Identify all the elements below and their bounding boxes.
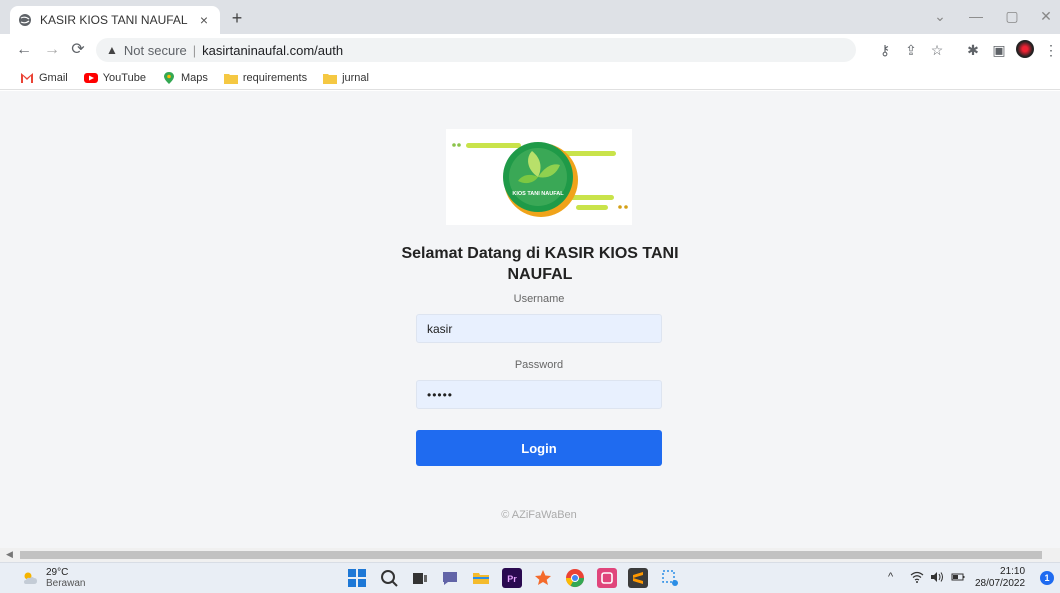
cloud-sun-icon — [24, 572, 37, 584]
bookmarks-bar: Gmail YouTube Maps requirements jurnal — [0, 66, 1060, 90]
clock-time: 21:10 — [1000, 566, 1026, 577]
scrollbar-thumb[interactable] — [20, 551, 1042, 559]
browser-tab[interactable]: KASIR KIOS TANI NAUFAL × — [10, 6, 220, 34]
scroll-left-icon[interactable]: ◀ — [6, 549, 13, 560]
password-input[interactable]: ••••• — [416, 380, 662, 409]
svg-text:Pr: Pr — [507, 574, 517, 584]
username-label: Username — [513, 293, 565, 305]
profile-avatar[interactable] — [1016, 40, 1034, 58]
wifi-icon[interactable] — [910, 571, 924, 586]
tab-search-icon[interactable]: ⌄ — [930, 8, 950, 25]
tab-close-icon[interactable]: × — [196, 12, 212, 28]
back-arrow-icon[interactable]: ← — [14, 40, 34, 60]
bookmark-jurnal[interactable]: jurnal — [323, 72, 369, 84]
browser-toolbar: ← → ⟳ ▲ Not secure | kasirtaninaufal.com… — [0, 34, 1060, 66]
url-separator: | — [192, 42, 197, 58]
security-label: Not secure — [123, 42, 187, 58]
bookmark-label: Maps — [180, 71, 208, 84]
weather-condition: Berawan — [46, 578, 86, 589]
new-tab-button[interactable]: + — [226, 8, 248, 30]
address-bar[interactable]: ▲ Not secure | kasirtaninaufal.com/auth — [96, 38, 856, 62]
folder-icon — [323, 73, 338, 84]
file-explorer-icon[interactable] — [471, 568, 491, 588]
horizontal-scrollbar[interactable]: ◀ — [0, 548, 1060, 562]
notification-badge[interactable]: 1 — [1040, 571, 1054, 585]
copyright-footer: © AZiFaWaBen — [501, 509, 577, 521]
login-page: KIOS TANI NAUFAL Selamat Datang di KASIR… — [0, 91, 1060, 548]
search-icon[interactable] — [379, 568, 399, 588]
youtube-icon — [83, 72, 98, 83]
task-view-icon[interactable] — [410, 568, 430, 588]
login-button[interactable]: Login — [416, 430, 662, 466]
tray-overflow-icon[interactable]: ^ — [888, 571, 893, 583]
weather-widget[interactable]: 29°C Berawan — [22, 567, 85, 589]
welcome-heading: Selamat Datang di KASIR KIOS TANI NAUFAL — [401, 245, 679, 283]
volume-icon[interactable] — [930, 571, 944, 586]
tab-title: KASIR KIOS TANI NAUFAL — [40, 13, 188, 27]
favorite-star-icon[interactable] — [533, 568, 553, 588]
menu-icon[interactable]: ⋮ — [1042, 41, 1060, 59]
weather-temperature: 29°C — [46, 567, 69, 578]
sidepanel-icon[interactable]: ▣ — [990, 41, 1008, 59]
share-icon[interactable]: ⇪ — [902, 41, 920, 59]
bookmark-youtube[interactable]: YouTube — [83, 71, 146, 84]
chat-icon[interactable] — [440, 568, 460, 588]
clock-date: 28/07/2022 — [975, 578, 1026, 589]
extensions-icon[interactable]: ✱ — [964, 41, 982, 59]
gmail-icon — [21, 72, 33, 83]
forward-arrow-icon[interactable]: → — [42, 40, 62, 60]
tab-strip: KASIR KIOS TANI NAUFAL × + ⌄ — ▢ ✕ — [0, 0, 1060, 34]
system-clock[interactable]: 21:10 28/07/2022 — [975, 566, 1025, 590]
bookmark-requirements[interactable]: requirements — [223, 71, 308, 84]
key-icon[interactable]: ⚷ — [876, 41, 894, 59]
bookmark-label: requirements — [242, 71, 308, 84]
premiere-icon[interactable]: Pr — [502, 568, 522, 588]
url-text: kasirtaninaufal.com/auth — [202, 42, 344, 58]
bookmark-label: Gmail — [39, 71, 68, 84]
logo-text: KIOS TANI NAUFAL — [512, 191, 564, 197]
snipping-tool-icon[interactable] — [660, 568, 680, 588]
password-label: Password — [514, 359, 564, 371]
maximize-button[interactable]: ▢ — [1002, 8, 1022, 25]
bookmark-maps[interactable]: Maps — [162, 71, 208, 84]
bookmark-label: YouTube — [102, 71, 146, 84]
sublime-icon[interactable] — [628, 568, 648, 588]
minimize-button[interactable]: — — [966, 8, 986, 24]
battery-icon[interactable] — [951, 571, 965, 586]
reload-icon[interactable]: ⟳ — [68, 40, 88, 60]
maps-pin-icon — [163, 71, 174, 84]
globe-icon — [19, 14, 31, 26]
username-input[interactable]: kasir — [416, 314, 662, 343]
windows-taskbar: 29°C Berawan Pr ^ 21:10 28/07/2022 1 — [0, 562, 1060, 593]
warning-icon[interactable]: ▲ — [106, 43, 118, 57]
close-window-button[interactable]: ✕ — [1036, 8, 1056, 25]
chrome-icon[interactable] — [565, 568, 585, 588]
app-icon[interactable] — [597, 568, 617, 588]
logo-image: KIOS TANI NAUFAL — [452, 142, 628, 217]
bookmark-label: jurnal — [342, 71, 369, 84]
logo: KIOS TANI NAUFAL — [446, 129, 632, 225]
star-icon[interactable]: ☆ — [928, 41, 946, 59]
bookmark-gmail[interactable]: Gmail — [20, 72, 68, 84]
folder-icon — [223, 73, 238, 84]
windows-start-icon[interactable] — [347, 568, 367, 588]
